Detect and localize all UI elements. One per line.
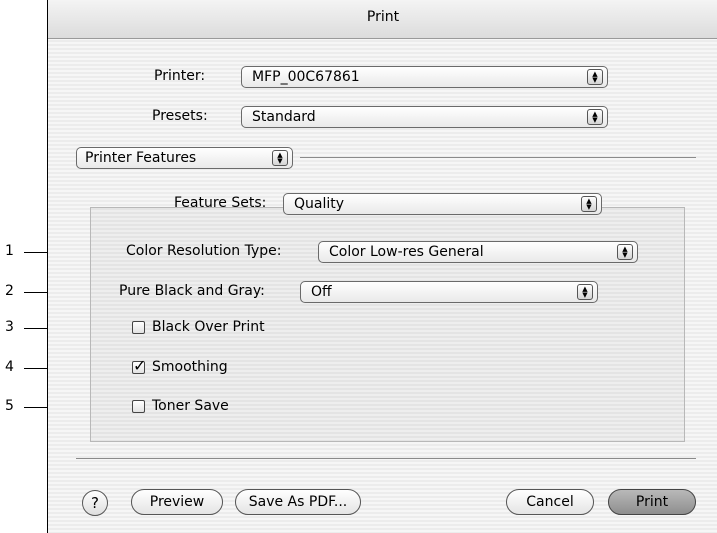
presets-popup[interactable]: Standard ▲ ▼ bbox=[241, 106, 608, 128]
toner-save-checkbox[interactable] bbox=[132, 400, 145, 413]
checkmark-icon: ✓ bbox=[133, 356, 147, 375]
title-bar: Print bbox=[48, 0, 717, 39]
cancel-button[interactable]: Cancel bbox=[506, 489, 594, 515]
help-button[interactable]: ? bbox=[82, 490, 108, 516]
presets-value: Standard bbox=[252, 109, 316, 125]
print-button[interactable]: Print bbox=[608, 489, 696, 515]
popup-stepper-icon: ▲ ▼ bbox=[272, 150, 288, 166]
presets-label: Presets: bbox=[152, 108, 208, 124]
callout-number-3: 3 bbox=[5, 319, 14, 335]
popup-stepper-icon: ▲ ▼ bbox=[617, 244, 633, 260]
callout-number-1: 1 bbox=[5, 243, 14, 259]
color-resolution-label: Color Resolution Type: bbox=[126, 243, 282, 259]
printer-value: MFP_00C67861 bbox=[252, 69, 360, 85]
bottom-separator bbox=[76, 458, 696, 459]
popup-stepper-icon: ▲ ▼ bbox=[587, 109, 603, 125]
color-resolution-value: Color Low-res General bbox=[329, 244, 484, 260]
preview-button[interactable]: Preview bbox=[131, 489, 223, 515]
smoothing-checkbox[interactable]: ✓ bbox=[132, 356, 146, 375]
printer-popup[interactable]: MFP_00C67861 ▲ ▼ bbox=[241, 66, 608, 88]
smoothing-label: Smoothing bbox=[152, 359, 228, 375]
print-dialog: Print Printer: MFP_00C67861 ▲ ▼ Presets:… bbox=[47, 0, 717, 533]
window-title: Print bbox=[366, 9, 400, 25]
pure-black-label: Pure Black and Gray: bbox=[119, 283, 265, 299]
popup-stepper-icon: ▲ ▼ bbox=[587, 69, 603, 85]
pure-black-popup[interactable]: Off ▲ ▼ bbox=[300, 281, 598, 303]
popup-stepper-icon: ▲ ▼ bbox=[581, 196, 597, 212]
callout-number-5: 5 bbox=[5, 398, 14, 414]
callout-number-2: 2 bbox=[5, 283, 14, 299]
printer-label: Printer: bbox=[154, 68, 206, 84]
pure-black-value: Off bbox=[311, 284, 332, 300]
black-over-print-checkbox[interactable] bbox=[132, 321, 145, 334]
toner-save-label: Toner Save bbox=[152, 398, 229, 414]
callout-number-4: 4 bbox=[5, 359, 14, 375]
save-as-pdf-button[interactable]: Save As PDF... bbox=[235, 489, 361, 515]
popup-stepper-icon: ▲ ▼ bbox=[577, 284, 593, 300]
feature-sets-popup[interactable]: Quality ▲ ▼ bbox=[283, 193, 602, 215]
color-resolution-popup[interactable]: Color Low-res General ▲ ▼ bbox=[318, 241, 638, 263]
feature-sets-value: Quality bbox=[294, 196, 345, 212]
feature-sets-label: Feature Sets: bbox=[174, 195, 267, 211]
panel-menu-popup[interactable]: Printer Features ▲ ▼ bbox=[76, 147, 293, 169]
black-over-print-label: Black Over Print bbox=[152, 319, 265, 335]
panel-menu-value: Printer Features bbox=[85, 150, 197, 166]
panel-separator bbox=[300, 157, 696, 158]
